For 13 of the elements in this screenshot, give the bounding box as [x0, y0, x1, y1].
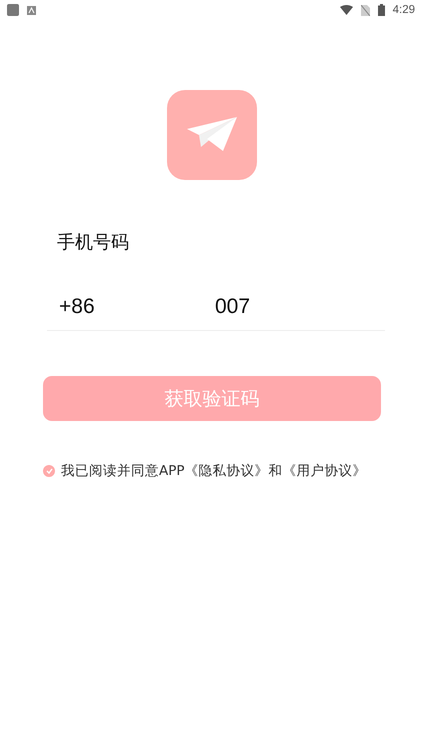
- battery-icon: [378, 4, 385, 16]
- paper-plane-icon: [186, 117, 236, 153]
- status-time: 4:29: [392, 4, 415, 16]
- wifi-icon: [340, 5, 353, 15]
- notification-icon: [7, 4, 19, 16]
- agreement-text: 我已阅读并同意APP《隐私协议》和《用户协议》: [61, 462, 367, 480]
- no-sim-icon: [360, 4, 370, 16]
- phone-label: 手机号码: [57, 231, 130, 254]
- phone-field[interactable]: +86 007: [47, 284, 385, 331]
- country-code[interactable]: +86: [47, 295, 215, 319]
- check-icon: [46, 468, 52, 474]
- agree-checkbox[interactable]: [43, 465, 55, 477]
- app-notification-icon: [27, 6, 36, 14]
